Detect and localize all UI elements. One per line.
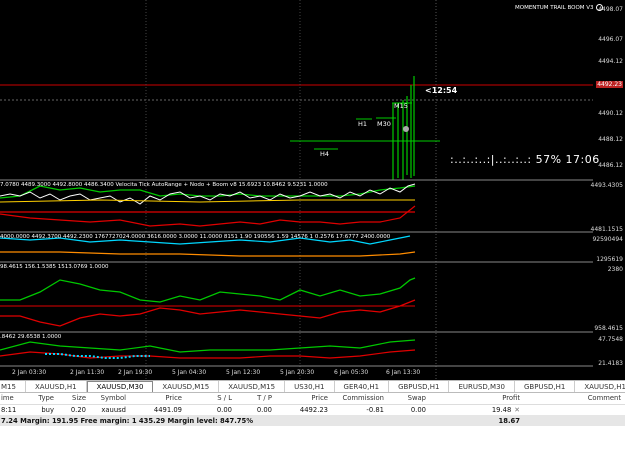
indicator-line-orange [0,251,416,257]
summary-row: 7.24 Margin: 191.95 Free margin: 1 435.2… [0,415,625,426]
subwindow-title: 7.0780 4489.3000 4492.8000 4486.3400 Vel… [0,182,328,188]
indicator-line-red [0,205,416,227]
chart-tab[interactable]: EURUSD,M30 [449,381,515,392]
price-label: 4494.12 [598,58,623,65]
col-header[interactable]: Swap [388,393,430,405]
cell-comment [524,404,625,415]
price-label: 21.4183 [598,360,623,367]
chart-tab[interactable]: M15 [0,381,26,392]
price-label: 92590494 [592,236,623,243]
chart-tab[interactable]: GBPUSD,H1 [389,381,450,392]
trade-terminal: ime Type Size Symbol Price S / L T / P P… [0,393,625,457]
col-header[interactable]: Type [22,393,58,405]
col-header[interactable]: Comment [524,393,625,405]
col-header[interactable]: ime [0,393,22,405]
cell-sl: 0.00 [216,405,232,414]
cell-profit: 19.48 ✕ [491,405,520,414]
price-label: 4488.12 [598,136,623,143]
time-label: 5 Jan 20:30 [280,369,315,376]
summary-empty [524,415,625,426]
price-label: 958.4615 [594,325,623,332]
price-label: 4498.07 [598,6,623,13]
price-label: 4490.12 [598,110,623,117]
subwindow-title: 98.4615 156.1.5385 1513.0769 1.0000 [0,264,109,270]
chart-tab-active[interactable]: XAUUSD,M30 [86,381,154,392]
chart-tab[interactable]: US30,H1 [285,381,335,392]
col-header[interactable]: Price [276,393,332,405]
time-label: 2 Jan 03:30 [12,369,47,376]
summary-profit: 18.67 [430,415,524,426]
cell-price: 4491.09 [153,405,182,414]
cell-size: 0.20 [70,405,86,414]
current-price-label: 4492.23 [596,81,623,88]
chart-tab[interactable]: GBPUSD,H1 [515,381,576,392]
level-label-h1: H1 [358,120,368,128]
cell-commission: -0.81 [366,405,384,414]
cell-current-price: 4492.23 [299,405,328,414]
subwindow-title: .8462 29.6538 1.0000 [0,334,62,340]
chart-area[interactable]: MOMENTUM TRAIL BOOM V3 <12:54 :..:..:..:… [0,0,625,380]
price-chart[interactable] [0,0,593,380]
cell-tp: 0.00 [256,405,272,414]
chart-tab[interactable]: XAUUSD,M15 [153,381,220,392]
col-header[interactable]: Price [130,393,186,405]
cell-type: buy [41,405,54,414]
price-label: 4496.07 [598,36,623,43]
price-label: 4493.4305 [590,182,623,189]
col-header[interactable]: T / P [236,393,276,405]
cell-symbol: xauusd [101,405,126,414]
account-summary: 7.24 Margin: 191.95 Free margin: 1 435.2… [0,415,430,426]
time-label: 5 Jan 12:30 [226,369,261,376]
indicator-line-yellow [0,199,415,203]
price-label: 47.7548 [598,336,623,343]
level-label-m30: M30 [377,120,391,128]
chart-tab[interactable]: XAUUSD,M15 [219,381,286,392]
price-label: 4486.12 [598,162,623,169]
cell-swap: 0.00 [410,405,426,414]
positions-table: ime Type Size Symbol Price S / L T / P P… [0,393,625,426]
time-label: 2 Jan 11:30 [70,369,105,376]
price-label: 2380 [607,266,623,273]
level-label-h4: H4 [320,150,330,158]
time-label: 6 Jan 13:30 [386,369,421,376]
col-header[interactable]: Profit [430,393,524,405]
time-label: 2 Jan 19:30 [118,369,153,376]
chart-tab[interactable]: XAUUSD,H1 [26,381,87,392]
chart-tab[interactable]: XAUUSD,H1 [575,381,625,392]
subwindow-title: 4000.0000 4492.3700 4492.2300 1767727024… [0,234,391,240]
col-header[interactable]: S / L [186,393,236,405]
price-marker-icon [403,126,409,132]
cell-time: 8:11 [1,405,17,414]
time-label: 6 Jan 05:30 [334,369,369,376]
table-row[interactable]: 8:11 buy 0.20 xauusd 4491.09 0.00 0.00 4… [0,404,625,415]
close-position-icon[interactable]: ✕ [514,406,520,414]
indicator-line-green [0,277,416,303]
table-header-row: ime Type Size Symbol Price S / L T / P P… [0,393,625,405]
col-header[interactable]: Symbol [90,393,130,405]
price-label: 4481.1515 [590,226,623,233]
indicator-line-red [0,299,416,327]
col-header[interactable]: Commission [332,393,388,405]
progress-readout: :..:..:..:|..:..:..: 57% 17:06 [450,153,600,166]
bar-countdown: <12:54 [425,86,458,95]
chart-tabs: M15 XAUUSD,H1 XAUUSD,M30 XAUUSD,M15 XAUU… [0,380,625,393]
chart-tab[interactable]: GER40,H1 [335,381,390,392]
indicator-name: MOMENTUM TRAIL BOOM V3 [515,4,603,11]
level-label-m15: M15 [394,102,408,110]
price-label: 1295619 [596,256,623,263]
time-label: 5 Jan 04:30 [172,369,207,376]
col-header[interactable]: Size [58,393,90,405]
indicator-line-green [0,339,416,353]
